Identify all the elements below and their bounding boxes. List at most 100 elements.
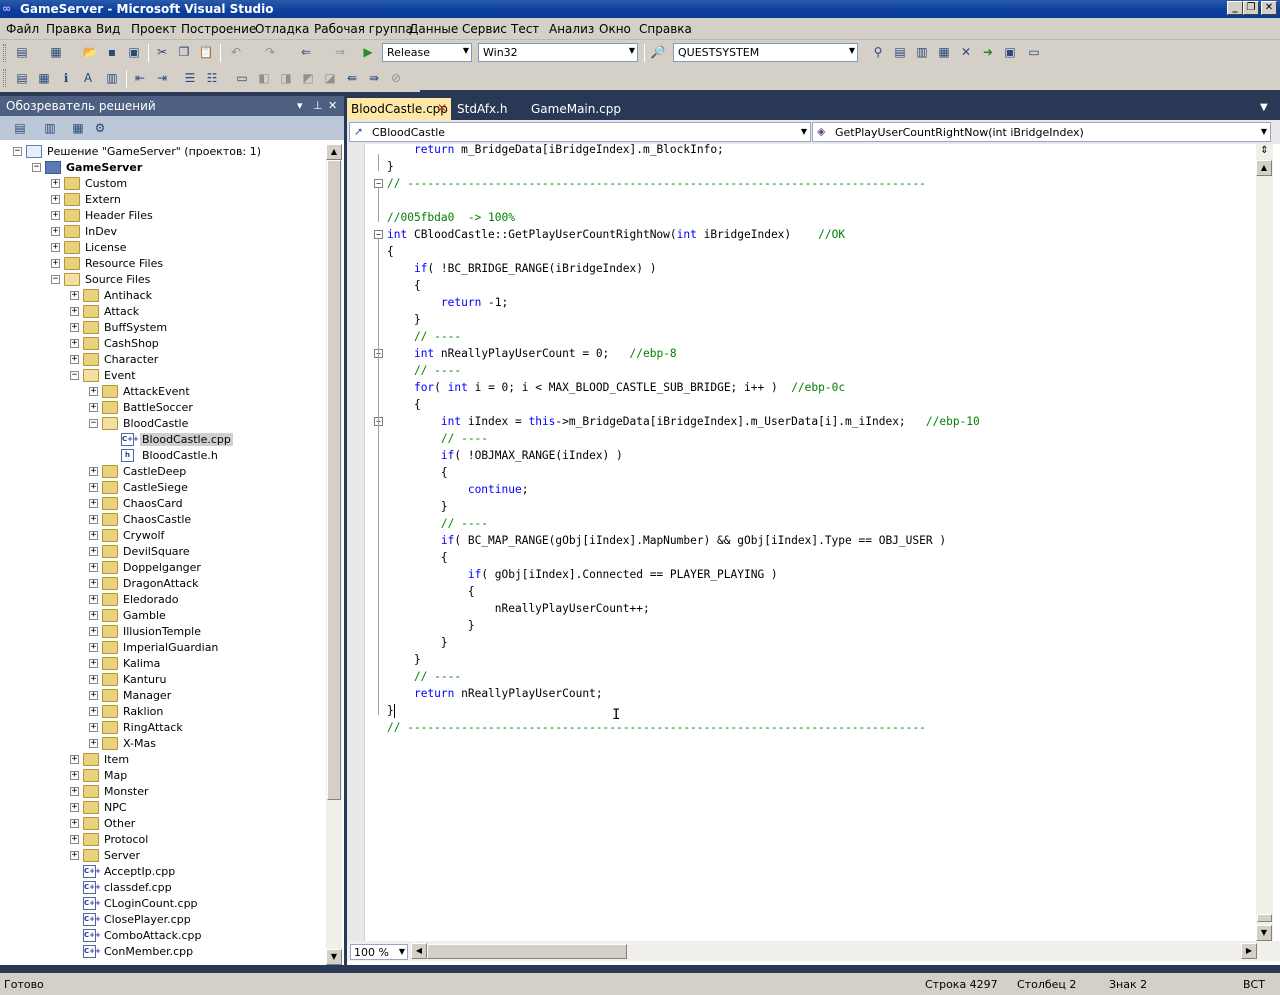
member-list-icon[interactable]: ▤ <box>14 70 30 86</box>
editor-vertical-scrollbar[interactable]: ⇕ ▲ ▼ <box>1256 144 1273 941</box>
tree-folder[interactable]: + AttackEvent <box>0 384 320 400</box>
tree-folder[interactable]: + ChaosCastle <box>0 512 320 528</box>
class-combo[interactable]: ➚ CBloodCastle ▼ <box>349 122 811 142</box>
tree-file[interactable]: C++ AcceptIp.cpp <box>0 864 320 880</box>
tree-folder[interactable]: + Kanturu <box>0 672 320 688</box>
properties-icon[interactable]: ▥ <box>914 44 930 60</box>
minimize-button[interactable]: _ <box>1227 1 1243 15</box>
show-all-files-icon[interactable]: ▥ <box>42 120 58 136</box>
expand-icon[interactable]: + <box>89 483 98 492</box>
expand-icon[interactable]: + <box>51 227 60 236</box>
clear-bookmarks-icon[interactable]: ⊘ <box>388 70 404 86</box>
parameter-info-icon[interactable]: ▦ <box>36 70 52 86</box>
collapse-icon[interactable]: − <box>32 163 41 172</box>
tree-file[interactable]: C++ CLoginCount.cpp <box>0 896 320 912</box>
configuration-select[interactable]: Release ▼ <box>382 43 472 62</box>
tree-solution[interactable]: − Решение "GameServer" (проектов: 1) <box>0 144 320 160</box>
collapse-icon[interactable]: − <box>89 419 98 428</box>
menu-team[interactable]: Рабочая группа <box>314 22 413 36</box>
expand-icon[interactable]: + <box>51 211 60 220</box>
expand-icon[interactable]: + <box>89 739 98 748</box>
tree-folder[interactable]: + Resource Files <box>0 256 320 272</box>
toolbar-grip[interactable] <box>3 44 6 62</box>
expand-icon[interactable]: + <box>51 243 60 252</box>
expand-icon[interactable]: + <box>89 403 98 412</box>
save-all-icon[interactable]: ▣ <box>126 44 142 60</box>
expand-icon[interactable]: + <box>89 499 98 508</box>
menu-tools[interactable]: Сервис <box>462 22 507 36</box>
scroll-right-icon[interactable]: ▶ <box>1241 943 1257 959</box>
member-combo[interactable]: ◈ GetPlayUserCountRightNow(int iBridgeInd… <box>812 122 1271 142</box>
expand-icon[interactable]: + <box>89 531 98 540</box>
expand-icon[interactable]: + <box>89 387 98 396</box>
tree-folder[interactable]: + Monster <box>0 784 320 800</box>
split-window-icon[interactable]: ⇕ <box>1258 144 1271 158</box>
start-debugging-icon[interactable]: ▶ <box>360 44 376 60</box>
scroll-down-icon[interactable]: ▼ <box>326 949 342 965</box>
tree-file[interactable]: C++ classdef.cpp <box>0 880 320 896</box>
menu-analyze[interactable]: Анализ <box>549 22 594 36</box>
tree-folder[interactable]: + CastleDeep <box>0 464 320 480</box>
menu-file[interactable]: Файл <box>6 22 39 36</box>
properties-icon[interactable]: ▤ <box>12 120 28 136</box>
tree-folder[interactable]: + Other <box>0 816 320 832</box>
next-bookmark-icon[interactable]: ◨ <box>278 70 294 86</box>
uncomment-icon[interactable]: ☷ <box>204 70 220 86</box>
close-tab-icon[interactable]: ✕ <box>437 101 447 115</box>
tree-folder[interactable]: + ChaosCard <box>0 496 320 512</box>
tree-folder[interactable]: + Item <box>0 752 320 768</box>
tree-folder[interactable]: + BattleSoccer <box>0 400 320 416</box>
tree-folder[interactable]: + CastleSiege <box>0 480 320 496</box>
expand-icon[interactable]: + <box>51 195 60 204</box>
quick-info-icon[interactable]: ℹ <box>58 70 74 86</box>
next-bookmark-doc-icon[interactable]: ⇛ <box>366 70 382 86</box>
tree-folder[interactable]: + Raklion <box>0 704 320 720</box>
expand-icon[interactable]: + <box>89 627 98 636</box>
find-in-files-icon[interactable]: 🔎 <box>650 44 666 60</box>
collapse-region-icon[interactable]: − <box>374 230 383 239</box>
new-project-icon[interactable]: ▤ <box>14 44 30 60</box>
comment-icon[interactable]: ☰ <box>182 70 198 86</box>
tree-folder[interactable]: + Attack <box>0 304 320 320</box>
find-icon[interactable]: ⚲ <box>870 44 886 60</box>
tree-folder[interactable]: + Character <box>0 352 320 368</box>
tree-folder[interactable]: + DevilSquare <box>0 544 320 560</box>
expand-icon[interactable]: + <box>89 723 98 732</box>
tree-folder[interactable]: − Event <box>0 368 320 384</box>
collapse-icon[interactable]: − <box>13 147 22 156</box>
prev-bookmark-icon[interactable]: ◧ <box>256 70 272 86</box>
save-icon[interactable]: ▪ <box>104 44 120 60</box>
find-combo[interactable]: QUESTSYSTEM ▼ <box>673 43 858 62</box>
expand-icon[interactable]: + <box>70 355 79 364</box>
expand-icon[interactable]: + <box>89 547 98 556</box>
tree-folder[interactable]: + Gamble <box>0 608 320 624</box>
decrease-indent-icon[interactable]: ⇤ <box>132 70 148 86</box>
auto-hide-pin-icon[interactable]: ⊥ <box>313 99 323 112</box>
menu-project[interactable]: Проект <box>131 22 177 36</box>
expand-icon[interactable]: + <box>70 755 79 764</box>
code-area[interactable]: return m_BridgeData[iBridgeIndex].m_Bloc… <box>387 144 1256 941</box>
undo-icon[interactable]: ↶ <box>228 44 244 60</box>
toggle-bookmark-icon[interactable]: ▭ <box>234 70 250 86</box>
close-panel-icon[interactable]: ✕ <box>328 99 337 112</box>
expand-icon[interactable]: + <box>70 835 79 844</box>
refresh-icon[interactable]: ▦ <box>70 120 86 136</box>
open-file-icon[interactable]: 📂 <box>82 44 98 60</box>
restore-button[interactable]: ❐ <box>1243 1 1259 15</box>
tree-folder[interactable]: + InDev <box>0 224 320 240</box>
tree-file[interactable]: C++ ClosePlayer.cpp <box>0 912 320 928</box>
tree-folder[interactable]: + Server <box>0 848 320 864</box>
tree-project[interactable]: − GameServer <box>0 160 320 176</box>
expand-icon[interactable]: + <box>89 595 98 604</box>
expand-icon[interactable]: + <box>89 643 98 652</box>
collapse-icon[interactable]: − <box>51 275 60 284</box>
horizontal-scroll-thumb[interactable] <box>427 944 627 959</box>
tree-folder[interactable]: + Manager <box>0 688 320 704</box>
tree-folder[interactable]: + Crywolf <box>0 528 320 544</box>
menu-window[interactable]: Окно <box>599 22 631 36</box>
tab-gamemain-cpp[interactable]: GameMain.cpp <box>527 98 621 120</box>
increase-indent-icon[interactable]: ⇥ <box>154 70 170 86</box>
navigate-backward-icon[interactable]: ⇐ <box>298 44 314 60</box>
expand-icon[interactable]: + <box>89 659 98 668</box>
tab-bloodcastle-cpp[interactable]: BloodCastle.cpp ✕ <box>347 98 451 120</box>
